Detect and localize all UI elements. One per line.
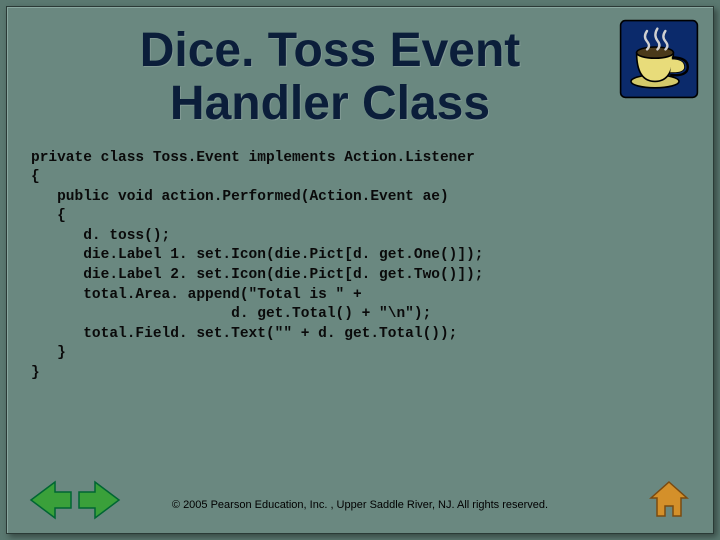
nav-right-group (647, 480, 691, 525)
arrow-left-icon (29, 480, 73, 520)
slide-title: Dice. Toss Event Handler Class (7, 7, 713, 141)
next-slide-button[interactable] (77, 480, 121, 525)
code-block: private class Toss.Event implements Acti… (7, 141, 713, 392)
arrow-right-icon (77, 480, 121, 520)
prev-slide-button[interactable] (29, 480, 73, 525)
slide-frame: Dice. Toss Event Handler Class private c… (6, 6, 714, 534)
nav-left-group (29, 480, 121, 525)
home-button[interactable] (647, 480, 691, 525)
coffee-cup-icon (619, 19, 699, 99)
home-icon (647, 480, 691, 520)
